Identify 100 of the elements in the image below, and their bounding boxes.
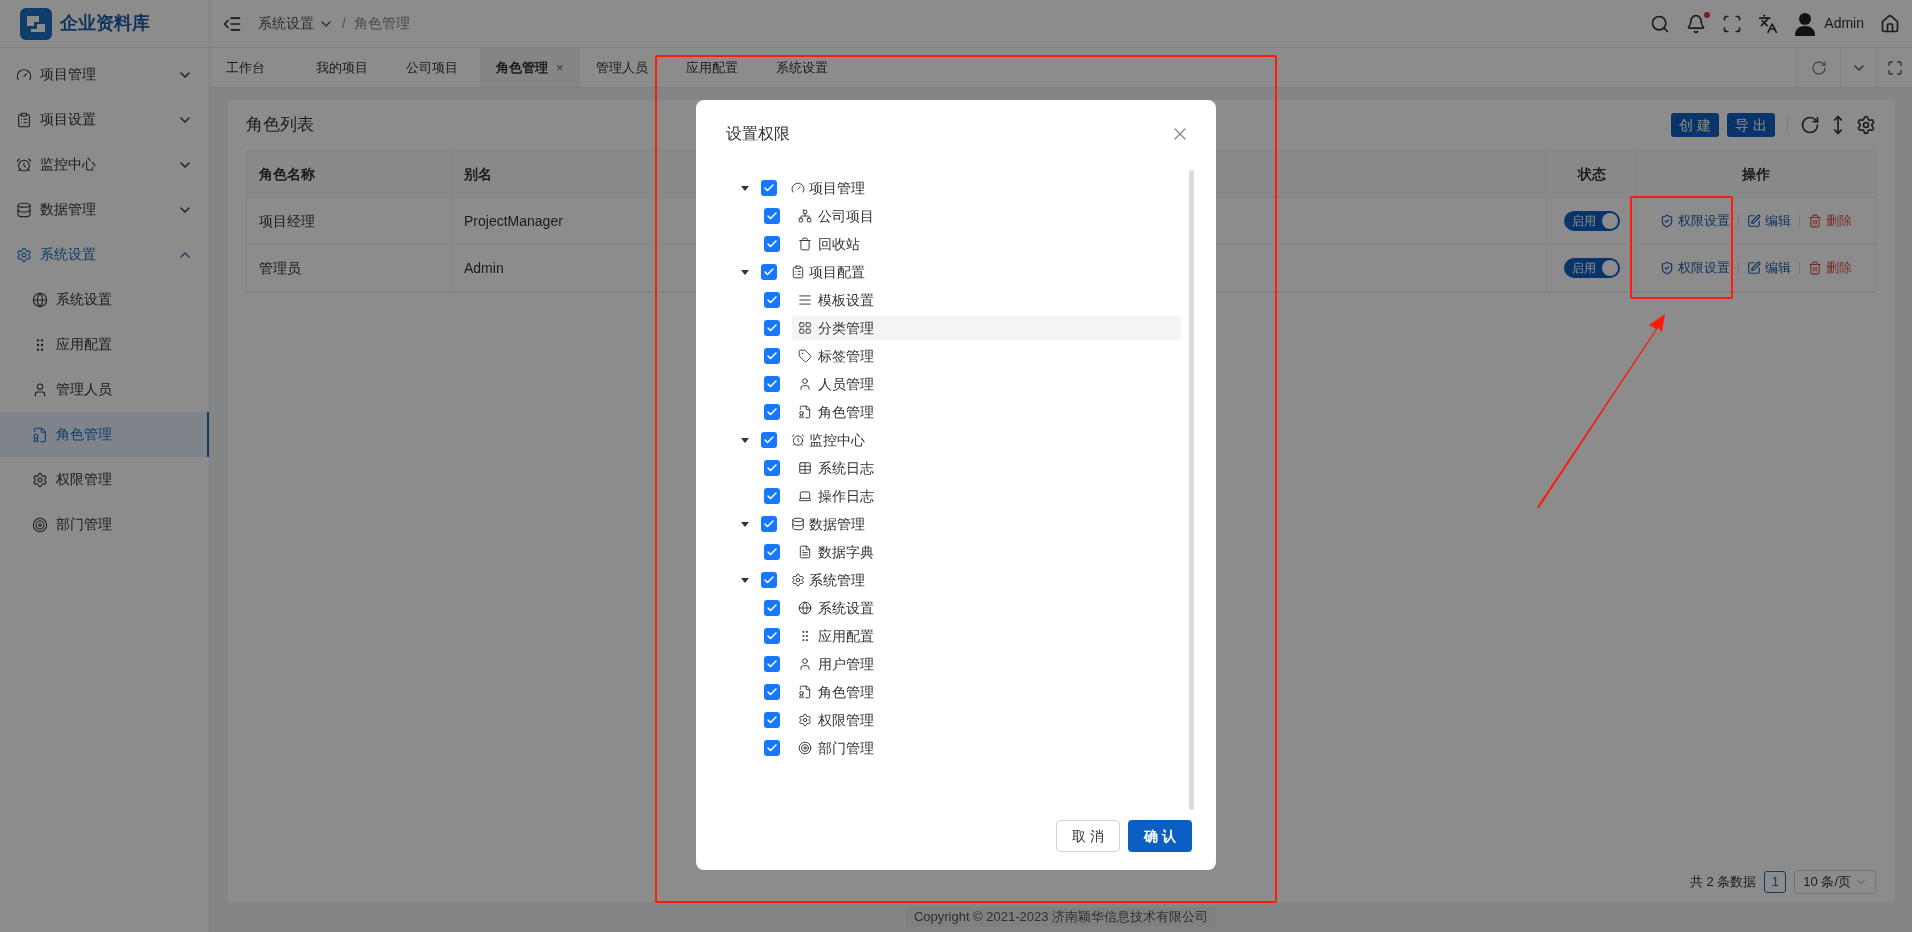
- sidebar-item[interactable]: 项目设置: [0, 97, 209, 142]
- tab[interactable]: 系统设置: [759, 48, 850, 87]
- gauge-icon: [791, 181, 805, 195]
- tree-node[interactable]: 数据字典: [792, 540, 878, 564]
- breadcrumb-item[interactable]: 角色管理: [353, 13, 410, 34]
- caret-down-icon[interactable]: [740, 183, 750, 193]
- checkbox[interactable]: [764, 320, 780, 336]
- tree-node[interactable]: 操作日志: [792, 484, 878, 508]
- caret-down-icon[interactable]: [740, 575, 750, 585]
- caret-down-icon[interactable]: [740, 435, 750, 445]
- tree-node[interactable]: 部门管理: [792, 736, 878, 760]
- copyright: Copyright © 2021-2023 济南颖华信息技术有限公司: [905, 907, 1217, 927]
- tree-node[interactable]: 角色管理: [792, 400, 878, 424]
- checkbox[interactable]: [764, 460, 780, 476]
- scrollbar[interactable]: [1189, 170, 1194, 810]
- checkmark-icon: [766, 546, 778, 558]
- refresh-icon[interactable]: [1800, 115, 1820, 135]
- tab[interactable]: 公司项目: [390, 48, 480, 87]
- action-link[interactable]: 权限设置: [1660, 211, 1730, 231]
- checkbox[interactable]: [764, 404, 780, 420]
- sidebar-item[interactable]: 监控中心: [0, 142, 209, 187]
- checkbox[interactable]: [761, 572, 777, 588]
- tab[interactable]: 工作台: [210, 48, 300, 87]
- tree-node[interactable]: 角色管理: [792, 680, 878, 704]
- status-switch[interactable]: 启用: [1563, 211, 1620, 231]
- page-button[interactable]: 1: [1764, 871, 1787, 893]
- column-header: 操作: [1741, 164, 1771, 184]
- confirm-button[interactable]: 确 认: [1128, 820, 1192, 852]
- checkbox[interactable]: [764, 656, 780, 672]
- checkbox[interactable]: [761, 516, 777, 532]
- avatar-icon[interactable]: [1794, 11, 1817, 36]
- checkbox[interactable]: [761, 264, 777, 280]
- checkbox[interactable]: [764, 740, 780, 756]
- sidebar-item[interactable]: 系统设置: [0, 232, 209, 277]
- checkbox[interactable]: [764, 292, 780, 308]
- search-icon[interactable]: [1650, 13, 1671, 34]
- sidebar-item[interactable]: 数据管理: [0, 187, 209, 232]
- checkbox[interactable]: [764, 348, 780, 364]
- checkmark-icon: [766, 462, 778, 474]
- tab[interactable]: 应用配置: [669, 48, 760, 87]
- translate-icon[interactable]: [1758, 13, 1779, 34]
- toolbar-button[interactable]: 导 出: [1727, 113, 1775, 137]
- tab[interactable]: 我的项目: [300, 48, 390, 87]
- checkbox[interactable]: [764, 544, 780, 560]
- checkbox[interactable]: [764, 236, 780, 252]
- tree-node[interactable]: 模板设置: [792, 288, 878, 312]
- checkbox[interactable]: [761, 432, 777, 448]
- checkbox[interactable]: [764, 684, 780, 700]
- tree-node[interactable]: 系统设置: [792, 596, 878, 620]
- fullscreen-icon[interactable]: [1722, 13, 1743, 34]
- sidebar-item[interactable]: 管理人员: [0, 367, 209, 412]
- home-icon[interactable]: [1880, 13, 1900, 34]
- tree-node[interactable]: 项目管理: [787, 176, 869, 200]
- gear-icon: [798, 713, 812, 727]
- tab-close[interactable]: ×: [556, 57, 564, 78]
- action-link[interactable]: 删除: [1808, 258, 1852, 278]
- tree-node[interactable]: 应用配置: [792, 624, 878, 648]
- tree-node[interactable]: 用户管理: [792, 652, 878, 676]
- action-link[interactable]: 编辑: [1747, 258, 1791, 278]
- sidebar-item[interactable]: 系统设置: [0, 277, 209, 322]
- action-link[interactable]: 权限设置: [1660, 258, 1730, 278]
- tree-node[interactable]: 项目配置: [787, 260, 869, 284]
- caret-down-icon[interactable]: [740, 519, 750, 529]
- tree-node[interactable]: 系统管理: [787, 568, 869, 592]
- checkbox[interactable]: [761, 180, 777, 196]
- checkbox[interactable]: [764, 208, 780, 224]
- cancel-button[interactable]: 取 消: [1056, 820, 1120, 852]
- sidebar-item[interactable]: 角色管理: [0, 412, 209, 457]
- tree-node[interactable]: 人员管理: [792, 372, 878, 396]
- checkbox[interactable]: [764, 628, 780, 644]
- page-size-select[interactable]: 10 条/页: [1794, 870, 1876, 894]
- checkbox[interactable]: [764, 712, 780, 728]
- notification-button[interactable]: [1686, 13, 1707, 34]
- sidebar-item[interactable]: 应用配置: [0, 322, 209, 367]
- refresh-icon[interactable]: [1810, 59, 1827, 76]
- action-link[interactable]: 删除: [1808, 211, 1852, 231]
- tree-node[interactable]: 公司项目: [792, 204, 878, 228]
- tree-node[interactable]: 数据管理: [787, 512, 869, 536]
- status-switch[interactable]: 启用: [1563, 258, 1620, 278]
- sidebar-item[interactable]: 权限管理: [0, 457, 209, 502]
- tree-node[interactable]: 标签管理: [792, 344, 878, 368]
- sidebar-item[interactable]: 项目管理: [0, 52, 209, 97]
- tree-node[interactable]: 监控中心: [787, 428, 869, 452]
- sidebar-item[interactable]: 部门管理: [0, 502, 209, 547]
- alarm-icon: [791, 433, 805, 447]
- checkbox[interactable]: [764, 376, 780, 392]
- toolbar-button[interactable]: 创 建: [1671, 113, 1720, 137]
- settings-icon[interactable]: [1856, 115, 1876, 135]
- user-name[interactable]: Admin: [1824, 13, 1864, 34]
- maximize-icon[interactable]: [1886, 59, 1903, 76]
- action-link[interactable]: 编辑: [1747, 211, 1791, 231]
- tab[interactable]: 角色管理 ×: [480, 48, 580, 87]
- tab[interactable]: 管理人员: [579, 48, 670, 87]
- caret-down-icon[interactable]: [740, 267, 750, 277]
- breadcrumb-item[interactable]: 系统设置: [258, 13, 334, 34]
- tree-node[interactable]: 权限管理: [792, 708, 878, 732]
- tree-node[interactable]: 分类管理: [792, 316, 1181, 340]
- checkbox[interactable]: [764, 488, 780, 504]
- tree-node[interactable]: 系统日志: [792, 456, 878, 480]
- checkbox[interactable]: [764, 600, 780, 616]
